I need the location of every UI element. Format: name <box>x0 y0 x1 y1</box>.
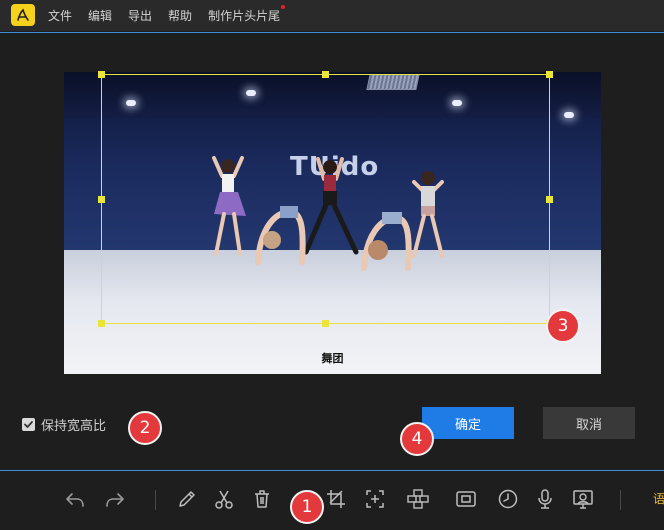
menu-intro-outro[interactable]: 制作片头片尾 <box>208 5 286 24</box>
step-badge-4: 4 <box>400 422 434 456</box>
menu-help[interactable]: 帮助 <box>168 7 192 24</box>
crop-handle-right[interactable] <box>546 196 553 203</box>
keep-aspect-ratio-label: 保持宽高比 <box>41 419 107 434</box>
step-badge-3: 3 <box>546 309 580 343</box>
crop-handle-top[interactable] <box>322 71 329 78</box>
keep-aspect-ratio-checkbox[interactable] <box>22 418 35 431</box>
menu-bar: 文件 编辑 导出 帮助 制作片头片尾 <box>0 0 664 31</box>
zoom-frame-icon[interactable] <box>362 486 388 512</box>
crop-handle-top-right[interactable] <box>546 71 553 78</box>
crop-handle-top-left[interactable] <box>98 71 105 78</box>
menu-edit[interactable]: 编辑 <box>88 7 112 24</box>
undo-icon[interactable] <box>62 486 88 512</box>
crop-handle-left[interactable] <box>98 196 105 203</box>
scissors-icon[interactable] <box>211 486 237 512</box>
crop-frame[interactable] <box>98 71 553 327</box>
microphone-icon[interactable] <box>532 486 558 512</box>
ceiling-light <box>564 112 574 118</box>
voiceover-icon[interactable] <box>570 486 596 512</box>
toolbar-separator <box>155 490 156 510</box>
screen-fit-icon[interactable] <box>453 486 479 512</box>
crop-handle-bottom-left[interactable] <box>98 320 105 327</box>
crop-handle-bottom[interactable] <box>322 320 329 327</box>
trash-icon[interactable] <box>249 486 275 512</box>
step-badge-1: 1 <box>290 490 324 524</box>
video-subtitle: 舞团 <box>321 352 344 365</box>
toolbar-extra-label[interactable]: 语 <box>653 490 664 507</box>
pencil-icon[interactable] <box>174 486 200 512</box>
menu-file[interactable]: 文件 <box>48 7 72 24</box>
step-badge-2: 2 <box>128 411 162 445</box>
confirm-button[interactable]: 确定 <box>422 407 514 439</box>
new-dot-icon <box>281 5 286 9</box>
clock-icon[interactable] <box>495 486 521 512</box>
redo-icon[interactable] <box>102 486 128 512</box>
crop-editor-window: 文件 编辑 导出 帮助 制作片头片尾 TUido <box>0 0 664 530</box>
mosaic-icon[interactable] <box>405 486 431 512</box>
bottom-toolbar <box>0 473 664 530</box>
cancel-button[interactable]: 取消 <box>543 407 635 439</box>
menu-export[interactable]: 导出 <box>128 7 152 24</box>
app-logo-icon <box>11 4 35 26</box>
toolbar-separator <box>620 490 621 510</box>
menu-intro-outro-label: 制作片头片尾 <box>208 9 281 23</box>
keep-aspect-ratio-option[interactable]: 保持宽高比 <box>22 415 106 434</box>
checkmark-icon <box>24 421 33 428</box>
menu-items: 文件 编辑 导出 帮助 制作片头片尾 <box>48 0 296 31</box>
top-divider <box>0 32 664 33</box>
bottom-divider <box>0 470 664 471</box>
crop-icon[interactable] <box>323 486 349 512</box>
